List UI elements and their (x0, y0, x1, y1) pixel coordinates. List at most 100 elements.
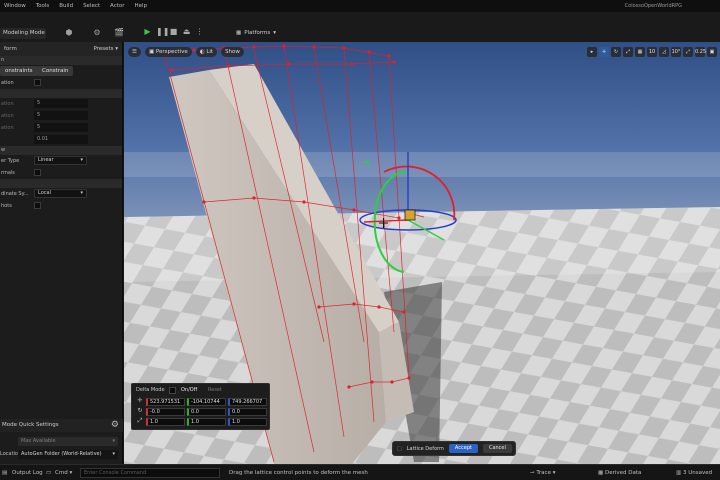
delta-mode-checkbox[interactable] (169, 387, 176, 394)
resolution-field[interactable]: 5 (34, 123, 88, 132)
location-z-field[interactable]: 749.266707 (228, 398, 267, 406)
scale-z-field[interactable]: 1.0 (228, 418, 267, 426)
play-icon[interactable]: ▶ (143, 27, 152, 37)
normals-checkbox[interactable] (34, 169, 41, 176)
grid-size-value[interactable]: 10 (647, 47, 657, 57)
rotation-snap-value[interactable]: 10° (671, 47, 681, 57)
scale-icon: ⤢ (137, 417, 143, 424)
scale-snap-icon[interactable]: ⤢ (683, 47, 693, 57)
delta-transform-panel: Delta Mode On/Off Reset ✛ 523.971531 -10… (131, 383, 270, 430)
perspective-button[interactable]: ▣ Perspective (144, 47, 192, 57)
section-header[interactable] (0, 179, 122, 188)
cancel-button[interactable]: Cancel (482, 444, 512, 453)
quick-settings-row: Location AutoGen Folder (World-Relative)… (0, 449, 123, 460)
blueprint-icon[interactable]: ⚙ (92, 28, 102, 38)
move-icon: ✛ (137, 397, 143, 404)
constraints-tab[interactable]: onstraints (0, 66, 38, 76)
pause-icon[interactable]: ❚❚ (156, 27, 169, 37)
scale-y-field[interactable]: 1.0 (187, 418, 226, 426)
maximize-viewport-icon[interactable]: ▣ (707, 47, 717, 57)
reset-button[interactable]: Reset (205, 386, 225, 394)
derived-data-button[interactable]: ▦ Derived Data (598, 465, 641, 480)
output-log-icon[interactable]: ▤ (2, 465, 7, 480)
status-hint: Drag the lattice control points to defor… (229, 470, 368, 476)
presets-button[interactable]: Presets ▾ (93, 46, 118, 52)
scale-snap-value[interactable]: 0.25 (695, 47, 706, 57)
property-row: 0.01 (0, 134, 122, 146)
show-button[interactable]: Show (221, 47, 244, 57)
panel-header: form Presets ▾ (0, 42, 122, 56)
mode-select-label: Modeling Mode (3, 30, 45, 36)
property-row: ation (0, 77, 122, 89)
project-name: ColossoOpenWorldRPG (624, 3, 682, 9)
terminal-icon: ▭ (46, 470, 52, 476)
rotation-y-field[interactable]: 0.0 (187, 408, 226, 416)
eject-icon[interactable]: ⏏ (182, 27, 191, 37)
unsaved-button[interactable]: ▥ 3 Unsaved (676, 465, 712, 480)
more-options-icon[interactable]: ⋮ (195, 27, 204, 37)
delta-mode-label: Delta Mode (136, 387, 165, 393)
padding-field[interactable]: 0.01 (34, 135, 88, 144)
menu-select[interactable]: Select (78, 0, 105, 12)
chevron-down-icon: ▾ (273, 30, 277, 36)
constrain-tab[interactable]: Constrain (37, 66, 74, 76)
location-y-field[interactable]: -104.10744 (187, 398, 226, 406)
snap-checkbox[interactable] (34, 202, 41, 209)
scale-mode-icon[interactable]: ⤢ (623, 47, 633, 57)
resolution-field[interactable]: 5 (34, 99, 88, 108)
on-off-toggle[interactable]: On/Off (178, 386, 200, 394)
rotation-snap-icon[interactable]: ◿ (659, 47, 669, 57)
lattice-deform-label: Lattice Deform (406, 445, 444, 452)
grid-snap-icon[interactable]: ▦ (635, 47, 645, 57)
property-row: dinate Sy... Local ▾ (0, 188, 122, 200)
location-x-field[interactable]: 523.971531 (146, 398, 185, 406)
quick-settings-header[interactable]: Mode Quick Settings ⚙ (0, 419, 123, 432)
translate-mode-icon[interactable]: ✛ (599, 47, 609, 57)
rotate-icon: ↻ (137, 407, 143, 414)
scale-x-field[interactable]: 1.0 (146, 418, 185, 426)
rotate-mode-icon[interactable]: ↻ (611, 47, 621, 57)
menu-window[interactable]: Window (0, 0, 31, 12)
section-header[interactable]: n (0, 56, 122, 65)
viewport-toolbar-left: ☰ ▣ Perspective ◐ Lit Show (128, 47, 244, 57)
property-row: hots (0, 200, 122, 212)
accept-button[interactable]: Accept (448, 444, 478, 453)
mode-select-dropdown[interactable]: Modeling Mode ▾ (0, 28, 46, 47)
property-checkbox[interactable] (34, 79, 41, 86)
viewport-menu-icon[interactable]: ☰ (128, 47, 141, 57)
interpolation-dropdown[interactable]: Linear ▾ (34, 156, 87, 165)
resolution-field[interactable]: 5 (34, 111, 88, 120)
select-mode-icon[interactable]: ▸ (587, 47, 597, 57)
coordinate-system-dropdown[interactable]: Local ▾ (34, 189, 87, 198)
menu-actor[interactable]: Actor (105, 0, 129, 12)
cinematics-icon[interactable]: 🎬 (114, 28, 124, 38)
viewport-toolbar-right: ▸ ✛ ↻ ⤢ ▦ 10 ◿ 10° ⤢ 0.25 ▣ (587, 47, 717, 57)
rotation-z-field[interactable]: 0.0 (228, 408, 267, 416)
gear-icon[interactable]: ⚙ (111, 419, 119, 432)
main-toolbar (0, 12, 720, 42)
cmd-dropdown[interactable]: Cmd ▾ (55, 465, 72, 480)
lit-button[interactable]: ◐ Lit (195, 47, 218, 57)
property-row: rmals (0, 167, 122, 179)
location-dropdown[interactable]: AutoGen Folder (World-Relative) ▾ (18, 450, 118, 459)
menu-build[interactable]: Build (54, 0, 78, 12)
stop-icon[interactable]: ■ (169, 27, 178, 37)
section-header[interactable] (0, 89, 122, 98)
max-available-dropdown[interactable]: Max Available ▾ (18, 437, 118, 446)
constraints-tabs: onstraints Constrain (0, 65, 122, 77)
platforms-label: Platforms (244, 30, 271, 36)
menu-tools[interactable]: Tools (31, 0, 55, 12)
panel-title: form (4, 46, 17, 52)
trace-button[interactable]: ⊸ Trace ▾ (530, 465, 555, 480)
property-row: ation 5 (0, 98, 122, 110)
menu-help[interactable]: Help (130, 0, 153, 12)
status-bar: ▤ Output Log ▭ Cmd ▾ Enter Console Comma… (0, 464, 720, 480)
lattice-icon: ⬚ (397, 445, 402, 452)
platforms-button[interactable]: ▦ Platforms ▾ (236, 28, 276, 38)
output-log-button[interactable]: Output Log (12, 465, 43, 480)
add-actor-icon[interactable]: ⬢ (64, 28, 74, 38)
platforms-icon: ▦ (236, 30, 242, 36)
section-header[interactable]: w (0, 146, 122, 155)
console-command-input[interactable]: Enter Console Command (80, 468, 220, 478)
rotation-x-field[interactable]: -0.0 (146, 408, 185, 416)
